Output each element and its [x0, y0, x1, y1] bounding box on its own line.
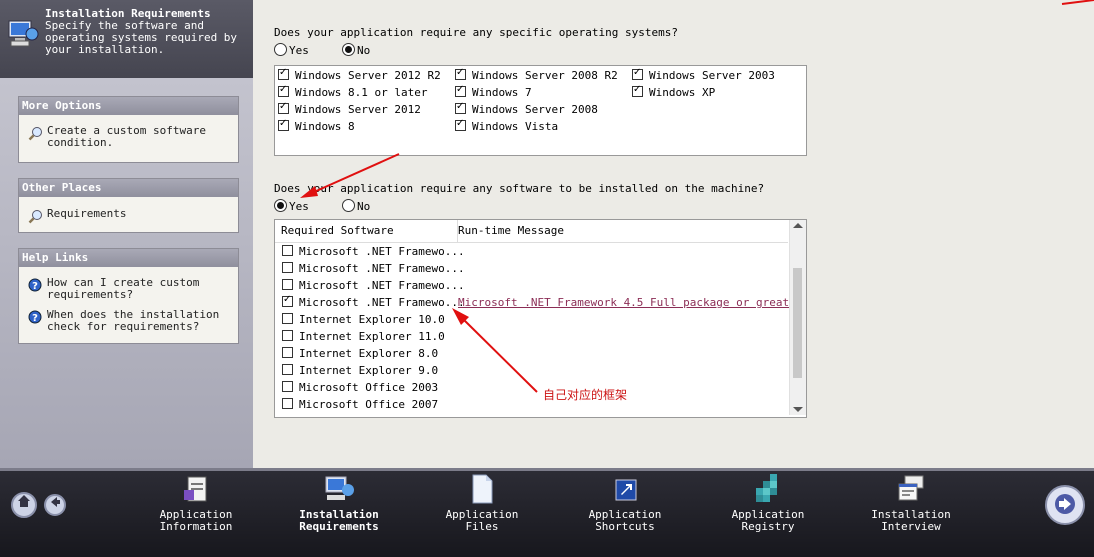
step-application-shortcuts[interactable]: Application Shortcuts	[555, 474, 695, 533]
back-arrow-icon	[49, 497, 61, 511]
step-label: Application Files	[445, 508, 519, 533]
step-installation-interview[interactable]: Installation Interview	[841, 474, 981, 533]
shortcut-icon	[555, 474, 695, 507]
annotation-arrow-framework	[461, 317, 538, 393]
step-label: Installation Requirements	[299, 508, 379, 533]
step-application-registry[interactable]: Application Registry	[698, 474, 838, 533]
step-label: Application Information	[159, 508, 233, 533]
app-info-icon	[126, 474, 266, 507]
home-icon	[17, 495, 31, 511]
step-installation-requirements[interactable]: Installation Requirements	[269, 474, 409, 533]
step-label: Application Shortcuts	[588, 508, 662, 533]
annotation-arrowhead	[300, 186, 318, 198]
next-button[interactable]	[1045, 485, 1085, 525]
file-icon	[412, 474, 552, 507]
computer-icon	[269, 474, 409, 507]
step-label: Installation Interview	[871, 508, 951, 533]
bottom-divider	[0, 468, 1094, 471]
back-button[interactable]	[44, 494, 66, 516]
next-arrow-icon	[1053, 494, 1077, 514]
registry-icon	[698, 474, 838, 507]
interview-icon	[841, 474, 981, 507]
step-application-information[interactable]: Application Information	[126, 474, 266, 533]
step-label: Application Registry	[731, 508, 805, 533]
annotation-mark-top	[1061, 0, 1094, 5]
home-button[interactable]	[11, 492, 37, 518]
annotation-text: 自己对应的框架	[543, 388, 628, 402]
annotation-arrow-yes	[313, 153, 400, 193]
step-application-files[interactable]: Application Files	[412, 474, 552, 533]
